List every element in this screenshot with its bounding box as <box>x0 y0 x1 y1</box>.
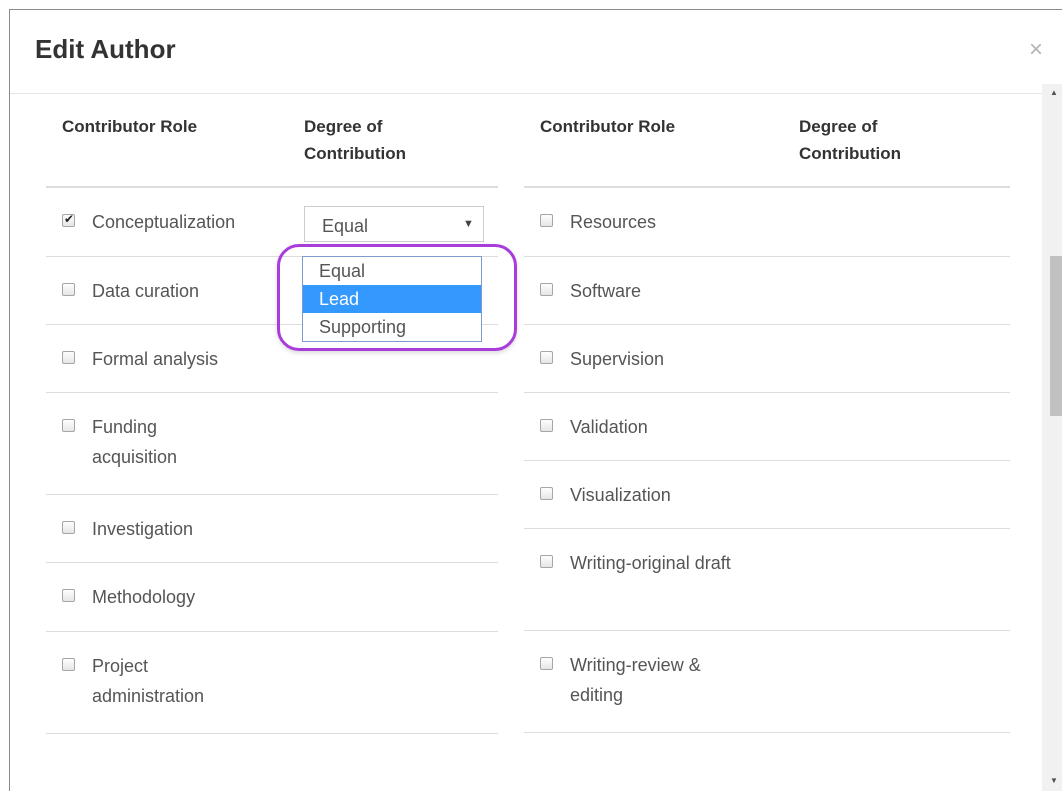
checkbox[interactable] <box>540 214 553 227</box>
role-row-project-administration: Project administration <box>46 632 498 734</box>
roles-table-left: Contributor Role Degree of Contribution … <box>46 94 498 734</box>
column-header-role: Contributor Role <box>62 117 198 136</box>
degree-select-value: Equal <box>322 216 369 236</box>
role-label: Project administration <box>92 656 205 706</box>
role-label: Writing-original draft <box>570 553 731 573</box>
scrollbar[interactable]: ▲ ▼ <box>1042 84 1062 791</box>
checkbox[interactable] <box>540 283 553 296</box>
checkbox[interactable] <box>540 657 553 670</box>
role-label: Data curation <box>92 281 200 301</box>
role-label: Resources <box>570 212 657 232</box>
column-header-degree: Degree of Contribution <box>304 117 406 163</box>
role-label: Formal analysis <box>92 349 219 369</box>
role-label: Supervision <box>570 349 665 369</box>
checkbox[interactable] <box>62 589 75 602</box>
checkbox[interactable] <box>540 487 553 500</box>
checkbox[interactable] <box>540 351 553 364</box>
checkbox[interactable] <box>62 212 75 227</box>
role-row-writing-original-draft: Writing-original draft <box>524 529 1010 631</box>
dialog-header: Edit Author × <box>10 10 1062 94</box>
close-icon[interactable]: × <box>1029 38 1043 62</box>
role-row-resources: Resources <box>524 188 1010 257</box>
role-label: Conceptualization <box>92 212 236 232</box>
column-header-degree: Degree of Contribution <box>799 117 901 163</box>
dialog-title: Edit Author <box>35 34 176 64</box>
scroll-down-icon[interactable]: ▼ <box>1050 776 1058 785</box>
role-label: Writing-review & editing <box>570 655 701 705</box>
checkbox[interactable] <box>540 419 553 432</box>
role-label: Methodology <box>92 587 196 607</box>
role-row-visualization: Visualization <box>524 461 1010 529</box>
checkbox[interactable] <box>62 419 75 432</box>
table-header: Contributor Role Degree of Contribution <box>524 94 1010 188</box>
role-row-supervision: Supervision <box>524 325 1010 393</box>
role-row-writing-review-editing: Writing-review & editing <box>524 631 1010 733</box>
edit-author-dialog: Edit Author × Contributor Role Degree of… <box>9 9 1062 791</box>
role-row-software: Software <box>524 257 1010 325</box>
role-label: Visualization <box>570 485 671 505</box>
checkbox[interactable] <box>62 658 75 671</box>
checkbox[interactable] <box>62 351 75 364</box>
checkbox[interactable] <box>62 283 75 296</box>
dialog-body: Contributor Role Degree of Contribution … <box>10 94 1062 791</box>
role-row-methodology: Methodology <box>46 563 498 632</box>
highlight-annotation <box>277 244 517 351</box>
checkbox[interactable] <box>62 521 75 534</box>
column-header-role: Contributor Role <box>540 117 676 136</box>
chevron-down-icon: ▼ <box>463 218 474 230</box>
role-label: Funding acquisition <box>92 417 178 467</box>
role-label: Software <box>570 281 642 301</box>
degree-select[interactable]: Equal ▼ <box>304 206 484 242</box>
role-label: Validation <box>570 417 648 437</box>
scroll-up-icon[interactable]: ▲ <box>1050 88 1058 97</box>
role-label: Investigation <box>92 519 194 539</box>
role-row-validation: Validation <box>524 393 1010 461</box>
checkbox[interactable] <box>540 555 553 568</box>
roles-table-right: Contributor Role Degree of Contribution … <box>524 94 1010 733</box>
table-header: Contributor Role Degree of Contribution <box>46 94 498 188</box>
scroll-thumb[interactable] <box>1050 256 1062 416</box>
role-row-funding-acquisition: Funding acquisition <box>46 393 498 495</box>
role-row-investigation: Investigation <box>46 495 498 563</box>
